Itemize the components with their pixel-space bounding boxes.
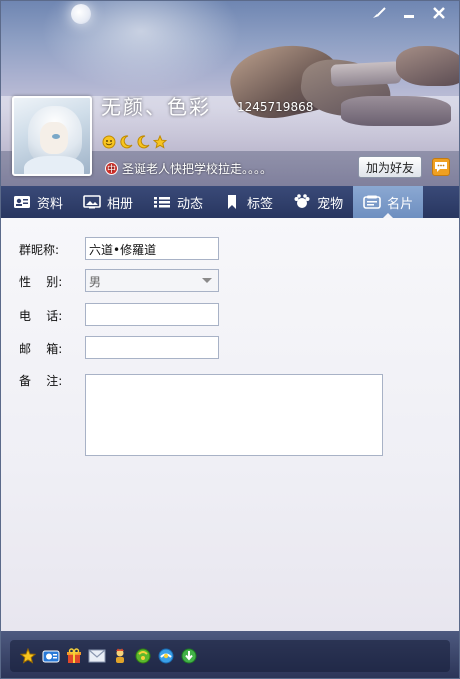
signature-text: 圣诞老人快把学校拉走。。。。 [122,162,273,176]
phone-input[interactable] [85,303,219,326]
moon-icon [136,135,150,149]
avatar[interactable] [12,96,92,176]
tab-label: 动态 [177,196,204,212]
qq-number: 1245719868 [237,100,314,114]
figure-icon[interactable] [111,647,129,665]
tab-bar: 资料 相册 动态 标签 宠物 名片 [1,186,459,219]
tab-label: 资料 [37,196,64,212]
note-label: 备 注: [19,374,63,388]
toolbar-icons [10,640,450,672]
avatar-body [24,156,84,174]
card-form: 群昵称: 六道•修羅道 性 别: 男 电 话: 邮 箱: 备 注: [1,218,459,631]
tag-icon [223,194,241,210]
moon-decoration [71,4,91,24]
qq-browser-icon[interactable] [157,647,175,665]
star-icon[interactable] [19,647,37,665]
level-icons [102,135,167,149]
envelope-icon[interactable] [88,647,106,665]
tab-label: 相册 [107,196,134,212]
window-controls [365,3,453,23]
star-icon [153,135,167,149]
group-nick-label: 群昵称: [19,243,60,257]
email-label: 邮 箱: [19,342,63,356]
chat-bubble-icon[interactable] [432,158,450,176]
pet-icon [293,194,311,210]
feed-icon [153,194,171,210]
add-friend-button[interactable]: 加为好友 [358,156,422,178]
tab-label: 标签 [247,196,274,212]
note-textarea[interactable] [85,374,383,456]
gender-value: 男 [89,275,102,289]
tab-album[interactable]: 相册 [73,186,143,218]
skin-icon[interactable] [365,3,393,23]
qq-mail-icon[interactable] [42,647,60,665]
rock-decoration [330,61,402,87]
profile-header: 无颜、色彩 1245719868 中 圣诞老人快把学校拉走。。。。 加为好友 [1,1,459,186]
tab-feed[interactable]: 动态 [143,186,213,218]
phone-label: 电 话: [19,309,63,323]
tab-card[interactable]: 名片 [353,186,424,219]
download-arrow-icon[interactable] [180,647,198,665]
rock-decoration [341,96,451,126]
gender-label: 性 别: [19,275,63,289]
gender-select[interactable]: 男 [85,269,219,292]
bottom-toolbar [1,631,459,678]
tab-profile[interactable]: 资料 [3,186,73,218]
tab-label: 宠物 [317,196,344,212]
tab-tags[interactable]: 标签 [213,186,283,218]
signature-badge-icon: 中 [105,162,118,175]
group-nick-input[interactable]: 六道•修羅道 [85,237,219,260]
signature: 中 圣诞老人快把学校拉走。。。。 [105,160,272,177]
email-input[interactable] [85,336,219,359]
tab-pet[interactable]: 宠物 [283,186,353,218]
nickname: 无颜、色彩 [101,95,211,119]
gift-icon[interactable] [65,647,83,665]
smile-icon [102,135,116,149]
chevron-down-icon [202,278,212,283]
moon-icon [119,135,133,149]
rock-decoration [396,46,459,86]
album-icon [83,194,101,210]
profile-card-icon [13,194,31,210]
green-ball-icon[interactable] [134,647,152,665]
card-icon [363,194,381,210]
profile-window: 无颜、色彩 1245719868 中 圣诞老人快把学校拉走。。。。 加为好友 资… [0,0,460,679]
avatar-eye [52,134,60,139]
close-icon[interactable] [425,3,453,23]
tab-label: 名片 [387,196,414,212]
minimize-icon[interactable] [395,3,423,23]
